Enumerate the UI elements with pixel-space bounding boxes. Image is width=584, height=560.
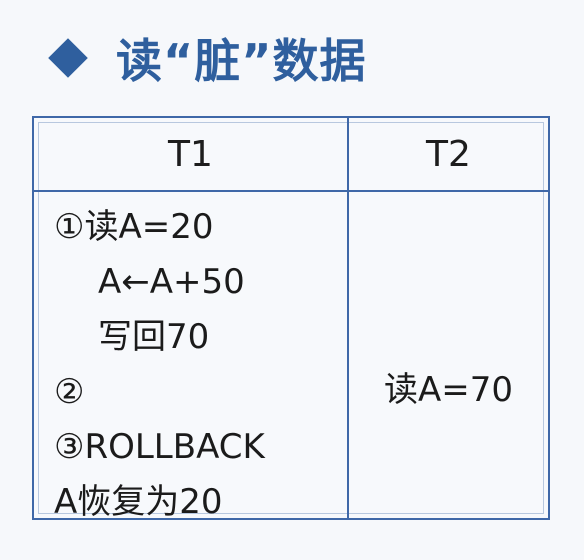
column-header-t2: T2 xyxy=(426,133,471,175)
column-header-t1: T1 xyxy=(168,133,213,175)
transaction-table: T1 T2 ①读A=20 A←A+50 写回70 ② ③ROLLBACK A恢复… xyxy=(32,116,550,522)
t1-line-writeback: 写回70 xyxy=(98,317,210,357)
t1-line-rollback: ③ROLLBACK xyxy=(54,427,265,467)
slide-title: 读“脏”数据 xyxy=(116,34,367,88)
slide-title-row: 读“脏”数据 xyxy=(48,18,367,98)
header-divider xyxy=(34,190,548,192)
t2-cell: 读A=70 xyxy=(383,370,513,410)
diamond-bullet-icon xyxy=(48,38,88,78)
t1-line-update: A←A+50 xyxy=(98,262,245,302)
t1-line-step2: ② xyxy=(54,372,85,412)
t1-line-restore: A恢复为20 xyxy=(54,482,223,522)
t1-line-step1: ①读A=20 xyxy=(54,207,214,247)
t1-cell: ①读A=20 A←A+50 写回70 ② ③ROLLBACK A恢复为20 xyxy=(54,200,265,530)
